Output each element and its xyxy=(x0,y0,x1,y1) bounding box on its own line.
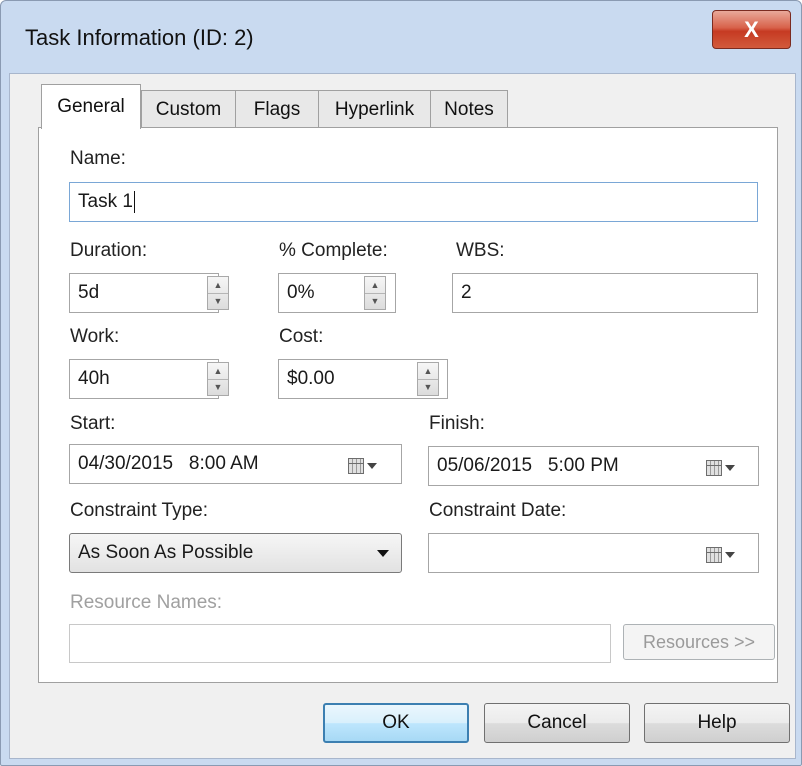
finish-value: 05/06/2015 5:00 PM xyxy=(437,455,619,476)
finish-label: Finish: xyxy=(429,413,485,434)
close-button[interactable]: X xyxy=(712,10,791,49)
close-icon: X xyxy=(744,16,759,42)
general-tab-panel: Name: Task 1 Duration: 5d ▲ ▼ % Complete… xyxy=(38,127,778,683)
constraint-type-label: Constraint Type: xyxy=(70,500,209,521)
start-label: Start: xyxy=(70,413,116,434)
chevron-down-icon xyxy=(367,463,377,469)
name-label: Name: xyxy=(70,148,126,169)
dialog-client-area: General Custom Flags Hyperlink Notes Nam… xyxy=(9,73,796,759)
finish-calendar-dropdown[interactable] xyxy=(706,460,735,476)
start-calendar-dropdown[interactable] xyxy=(348,458,377,474)
tab-custom[interactable]: Custom xyxy=(141,90,236,128)
resources-button[interactable]: Resources >> xyxy=(623,624,775,660)
tab-hyperlink-label: Hyperlink xyxy=(334,98,415,120)
calendar-icon xyxy=(706,460,722,476)
percent-complete-label: % Complete: xyxy=(279,240,388,261)
ok-button-label: OK xyxy=(382,712,410,733)
percent-complete-value: 0% xyxy=(287,282,315,303)
start-value: 04/30/2015 8:00 AM xyxy=(78,453,259,474)
spin-up-icon[interactable]: ▲ xyxy=(418,363,438,380)
cost-spin-icon[interactable]: ▲ ▼ xyxy=(417,362,439,396)
spin-down-icon[interactable]: ▼ xyxy=(208,293,228,309)
duration-input[interactable]: 5d xyxy=(69,273,219,313)
cancel-button[interactable]: Cancel xyxy=(484,703,630,743)
cost-label: Cost: xyxy=(279,326,324,347)
resource-names-input[interactable] xyxy=(69,624,611,663)
title-bar[interactable]: Task Information (ID: 2) X xyxy=(1,1,801,73)
tab-notes[interactable]: Notes xyxy=(430,90,508,128)
spin-up-icon[interactable]: ▲ xyxy=(365,277,385,294)
tab-hyperlink[interactable]: Hyperlink xyxy=(318,90,431,128)
constraint-date-label: Constraint Date: xyxy=(429,500,567,521)
wbs-label: WBS: xyxy=(456,240,505,261)
tab-custom-label: Custom xyxy=(155,98,222,120)
name-input[interactable]: Task 1 xyxy=(69,182,758,222)
help-button-label: Help xyxy=(697,712,737,733)
constraint-date-calendar-dropdown[interactable] xyxy=(706,547,735,563)
wbs-input[interactable]: 2 xyxy=(452,273,758,313)
duration-spin-icon[interactable]: ▲ ▼ xyxy=(207,276,229,310)
constraint-type-select[interactable]: As Soon As Possible xyxy=(69,533,402,573)
chevron-down-icon xyxy=(725,552,735,558)
resource-names-label: Resource Names: xyxy=(70,592,223,613)
percent-complete-spin-icon[interactable]: ▲ ▼ xyxy=(364,276,386,310)
cancel-button-label: Cancel xyxy=(527,712,587,733)
ok-button[interactable]: OK xyxy=(323,703,469,743)
spin-up-icon[interactable]: ▲ xyxy=(208,363,228,380)
spin-up-icon[interactable]: ▲ xyxy=(208,277,228,294)
work-spin-icon[interactable]: ▲ ▼ xyxy=(207,362,229,396)
help-button[interactable]: Help xyxy=(644,703,790,743)
text-cursor xyxy=(133,191,135,213)
calendar-icon xyxy=(348,458,364,474)
tab-general[interactable]: General xyxy=(41,84,141,129)
dialog-window: Task Information (ID: 2) X General Custo… xyxy=(0,0,802,766)
work-value: 40h xyxy=(78,368,110,389)
spin-down-icon[interactable]: ▼ xyxy=(418,379,438,395)
duration-label: Duration: xyxy=(70,240,148,261)
chevron-down-icon xyxy=(377,550,389,557)
resources-button-label: Resources >> xyxy=(642,631,756,652)
tab-general-label: General xyxy=(57,96,125,117)
constraint-type-value: As Soon As Possible xyxy=(78,542,254,563)
cost-value: $0.00 xyxy=(287,368,335,389)
calendar-icon xyxy=(706,547,722,563)
spin-down-icon[interactable]: ▼ xyxy=(365,293,385,309)
work-input[interactable]: 40h xyxy=(69,359,219,399)
chevron-down-icon xyxy=(725,465,735,471)
duration-value: 5d xyxy=(78,282,100,303)
tab-flags[interactable]: Flags xyxy=(235,90,319,128)
window-title: Task Information (ID: 2) xyxy=(25,25,254,50)
work-label: Work: xyxy=(70,326,120,347)
spin-down-icon[interactable]: ▼ xyxy=(208,379,228,395)
wbs-value: 2 xyxy=(461,282,472,303)
tab-notes-label: Notes xyxy=(444,98,494,120)
tab-flags-label: Flags xyxy=(253,98,301,120)
name-input-value: Task 1 xyxy=(78,191,133,212)
